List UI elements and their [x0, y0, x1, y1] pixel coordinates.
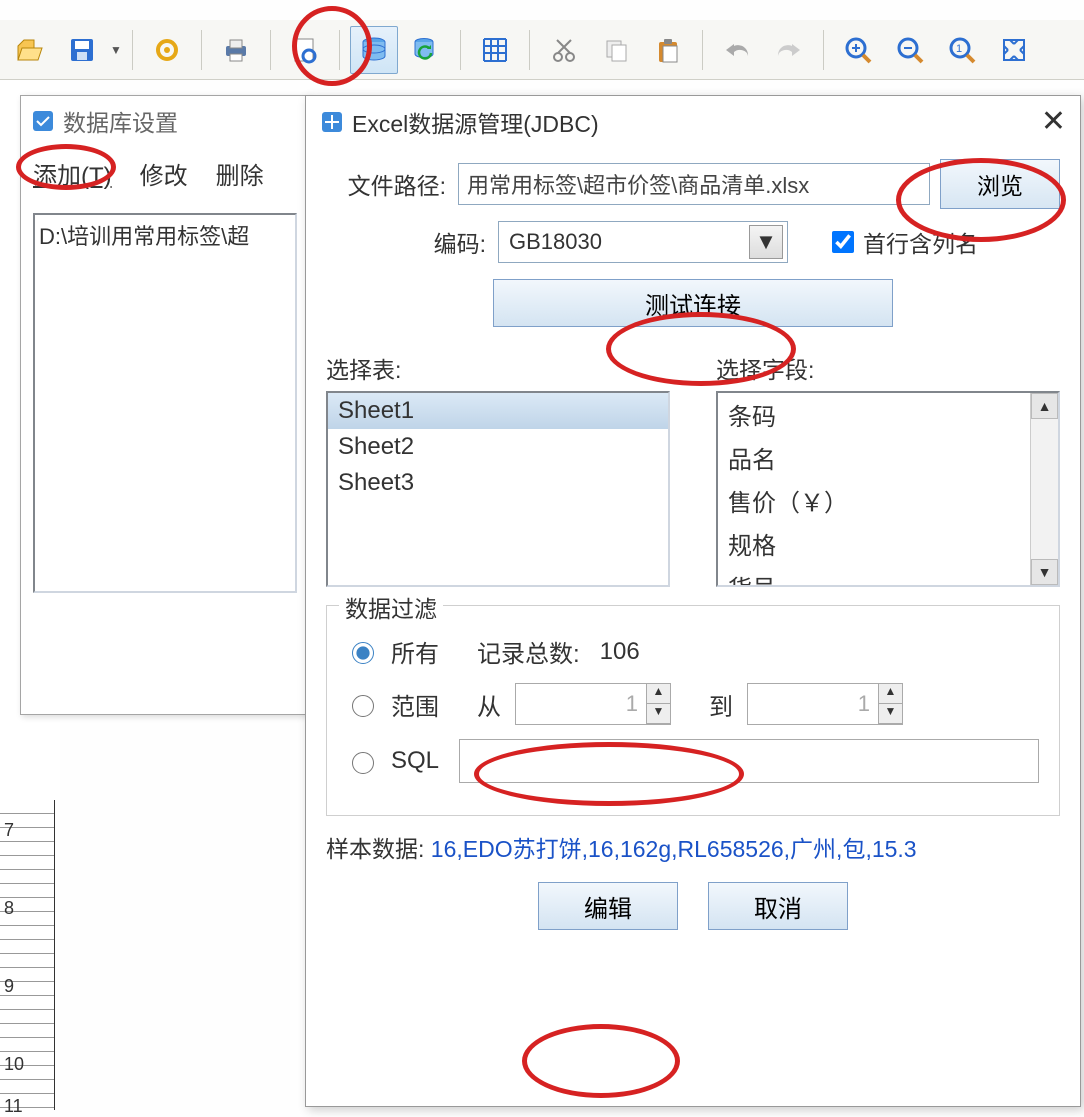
radio-sql-label: SQL	[391, 747, 439, 775]
test-connection-button[interactable]: 测试连接	[493, 279, 893, 327]
db-add-button[interactable]: 添加(T)	[33, 156, 112, 191]
zoom-reset-icon[interactable]: 1	[938, 26, 986, 74]
file-label: 文件路径:	[326, 167, 446, 201]
db-window-title: 数据库设置	[21, 96, 309, 146]
spin-down-icon[interactable]: ▼	[646, 704, 670, 724]
main-toolbar: ▼ 1	[0, 20, 1084, 80]
scrollbar[interactable]: ▲ ▼	[1030, 393, 1058, 585]
sample-data: 16,EDO苏打饼,16,162g,RL658526,广州,包,15.3	[431, 836, 917, 862]
cancel-button[interactable]: 取消	[708, 882, 848, 930]
zoom-in-icon[interactable]	[834, 26, 882, 74]
filter-group: 数据过滤 所有 记录总数: 106 范围 从 ▲▼ 到 ▲▼ SQL	[326, 605, 1060, 816]
scroll-down-icon[interactable]: ▼	[1031, 559, 1058, 585]
encoding-select[interactable]: GB18030 ▼	[498, 221, 788, 263]
encoding-label: 编码:	[326, 225, 486, 259]
encoding-value: GB18030	[509, 229, 602, 255]
to-input[interactable]	[748, 684, 878, 724]
db-toolbar: 添加(T) 修改 删除	[21, 146, 309, 201]
database-refresh-icon[interactable]	[402, 26, 450, 74]
gear-icon[interactable]	[143, 26, 191, 74]
paste-icon[interactable]	[644, 26, 692, 74]
radio-all[interactable]	[352, 642, 374, 664]
chevron-down-icon[interactable]: ▼	[749, 225, 783, 259]
header-checkbox-label: 首行含列名	[863, 225, 978, 259]
radio-all-label: 所有	[391, 634, 439, 669]
record-count-value: 106	[600, 638, 640, 666]
field-item[interactable]: 条码	[718, 393, 1058, 436]
from-label: 从	[477, 687, 501, 722]
record-count-label: 记录总数:	[477, 634, 580, 669]
cut-icon[interactable]	[540, 26, 588, 74]
preview-icon[interactable]	[281, 26, 329, 74]
sql-input[interactable]	[459, 739, 1039, 783]
radio-sql[interactable]	[352, 752, 374, 774]
select-field-label: 选择字段:	[716, 351, 1060, 385]
dialog-title: Excel数据源管理(JDBC)	[352, 105, 599, 139]
db-list[interactable]: D:\培训用常用标签\超	[33, 213, 297, 593]
select-table-label: 选择表:	[326, 351, 670, 385]
save-icon[interactable]	[58, 26, 106, 74]
ruler-tick: 11	[4, 1096, 23, 1117]
header-checkbox[interactable]: 首行含列名	[828, 225, 978, 259]
svg-text:1: 1	[956, 43, 962, 55]
fit-icon[interactable]	[990, 26, 1038, 74]
edit-button[interactable]: 编辑	[538, 882, 678, 930]
ruler-tick: 10	[4, 1054, 24, 1075]
file-path-input[interactable]: 用常用标签\超市价签\商品清单.xlsx	[458, 163, 930, 205]
from-spinner[interactable]: ▲▼	[515, 683, 671, 725]
to-spinner[interactable]: ▲▼	[747, 683, 903, 725]
filter-legend: 数据过滤	[339, 590, 443, 624]
table-item[interactable]: Sheet2	[328, 429, 668, 465]
db-title-icon	[31, 109, 55, 133]
redo-icon[interactable]	[765, 26, 813, 74]
field-item[interactable]: 货号	[718, 565, 1058, 587]
table-item[interactable]: Sheet1	[328, 393, 668, 429]
db-window-title-text: 数据库设置	[63, 104, 178, 138]
db-settings-window: 数据库设置 添加(T) 修改 删除 D:\培训用常用标签\超	[20, 95, 310, 715]
db-edit-button[interactable]: 修改	[140, 156, 188, 191]
grid-icon[interactable]	[471, 26, 519, 74]
zoom-out-icon[interactable]	[886, 26, 934, 74]
ruler-tick: 7	[4, 820, 14, 841]
spin-down-icon[interactable]: ▼	[878, 704, 902, 724]
field-listbox[interactable]: 条码 品名 售价（￥） 规格 货号 ▲ ▼	[716, 391, 1060, 587]
open-icon[interactable]	[6, 26, 54, 74]
spin-up-icon[interactable]: ▲	[646, 684, 670, 704]
print-icon[interactable]	[212, 26, 260, 74]
table-listbox[interactable]: Sheet1 Sheet2 Sheet3	[326, 391, 670, 587]
ruler-tick: 9	[4, 976, 14, 997]
from-input[interactable]	[516, 684, 646, 724]
browse-button[interactable]: 浏览	[940, 159, 1060, 209]
copy-icon[interactable]	[592, 26, 640, 74]
db-list-item[interactable]: D:\培训用常用标签\超	[39, 219, 291, 251]
field-item[interactable]: 品名	[718, 436, 1058, 479]
db-delete-button[interactable]: 删除	[216, 156, 264, 191]
close-icon[interactable]: ✕	[1041, 104, 1066, 139]
excel-datasource-dialog: Excel数据源管理(JDBC) ✕ 文件路径: 用常用标签\超市价签\商品清单…	[305, 95, 1081, 1107]
spin-up-icon[interactable]: ▲	[878, 684, 902, 704]
to-label: 到	[709, 687, 733, 722]
header-checkbox-input[interactable]	[832, 231, 854, 253]
field-item[interactable]: 售价（￥）	[718, 479, 1058, 522]
database-icon[interactable]	[350, 26, 398, 74]
field-item[interactable]: 规格	[718, 522, 1058, 565]
radio-range[interactable]	[352, 695, 374, 717]
sample-label: 样本数据:	[326, 836, 424, 862]
undo-icon[interactable]	[713, 26, 761, 74]
ruler-tick: 8	[4, 898, 14, 919]
menubar	[0, 0, 1084, 18]
dialog-icon	[320, 110, 344, 134]
radio-range-label: 范围	[391, 687, 439, 722]
table-item[interactable]: Sheet3	[328, 465, 668, 501]
scroll-up-icon[interactable]: ▲	[1031, 393, 1058, 419]
